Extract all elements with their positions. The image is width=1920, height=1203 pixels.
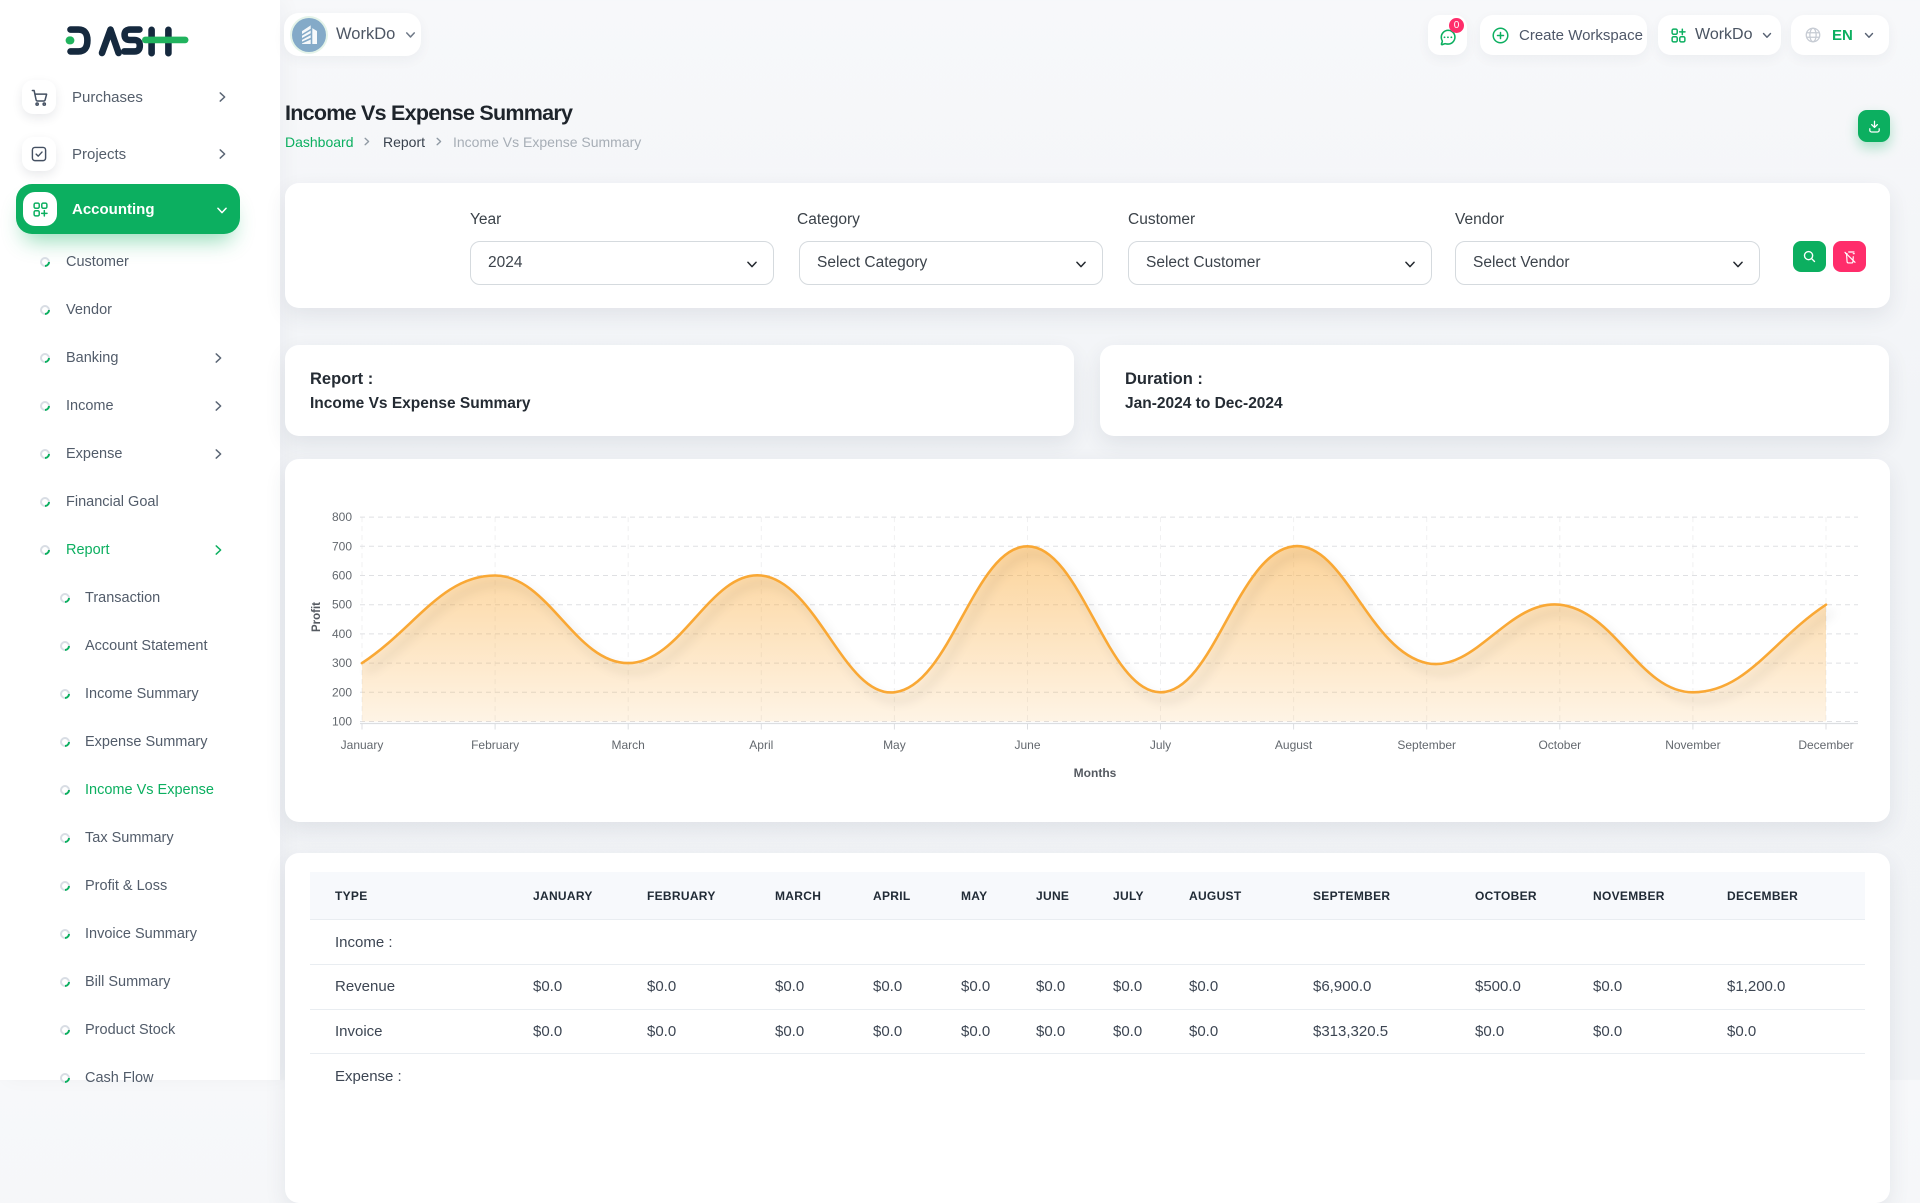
svg-text:August: August (1275, 738, 1313, 752)
svg-text:800: 800 (332, 510, 352, 524)
svg-text:500: 500 (332, 598, 352, 612)
svg-text:July: July (1150, 738, 1171, 752)
svg-text:September: September (1397, 738, 1456, 752)
svg-text:May: May (883, 738, 906, 752)
svg-text:200: 200 (332, 685, 352, 699)
svg-text:300: 300 (332, 656, 352, 670)
svg-text:Profit: Profit (311, 602, 323, 632)
svg-text:February: February (471, 738, 519, 752)
svg-text:600: 600 (332, 569, 352, 583)
svg-text:December: December (1798, 738, 1853, 752)
svg-text:June: June (1014, 738, 1040, 752)
svg-text:Months: Months (1074, 766, 1117, 780)
svg-text:January: January (341, 738, 384, 752)
svg-text:November: November (1665, 738, 1720, 752)
svg-text:April: April (749, 738, 773, 752)
svg-text:700: 700 (332, 539, 352, 553)
svg-text:400: 400 (332, 627, 352, 641)
svg-text:100: 100 (332, 715, 352, 729)
svg-text:March: March (612, 738, 645, 752)
svg-text:October: October (1538, 738, 1581, 752)
